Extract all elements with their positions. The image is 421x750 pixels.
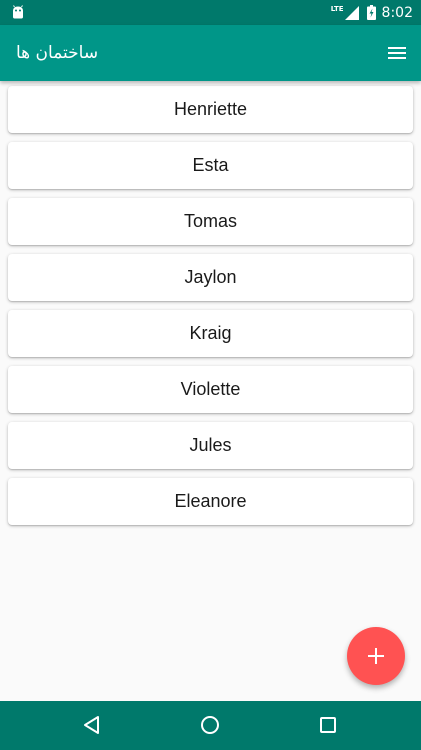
list-item[interactable]: Violette bbox=[8, 366, 413, 413]
list-item[interactable]: Henriette bbox=[8, 86, 413, 133]
list-item-label: Jaylon bbox=[184, 267, 237, 287]
add-button[interactable] bbox=[347, 627, 405, 685]
plus-icon bbox=[368, 648, 384, 664]
status-time: 8:02 bbox=[381, 4, 413, 21]
list-item[interactable]: Jules bbox=[8, 422, 413, 469]
app-toolbar: ساختمان ها bbox=[0, 25, 421, 81]
list-item[interactable]: Eleanore bbox=[8, 478, 413, 525]
menu-icon[interactable] bbox=[385, 41, 409, 65]
recents-icon[interactable] bbox=[316, 713, 340, 737]
list-item[interactable]: Esta bbox=[8, 142, 413, 189]
battery-icon bbox=[366, 5, 376, 20]
building-list: Henriette Esta Tomas Jaylon Kraig Violet… bbox=[8, 86, 413, 534]
list-item[interactable]: Tomas bbox=[8, 198, 413, 245]
home-icon[interactable] bbox=[198, 713, 222, 737]
status-bar: LTE 8:02 bbox=[0, 0, 421, 25]
signal-icon bbox=[344, 5, 359, 20]
list-item-label: Esta bbox=[192, 155, 229, 175]
list-item-label: Tomas bbox=[183, 211, 237, 231]
navigation-bar bbox=[0, 701, 421, 750]
android-icon bbox=[13, 5, 23, 19]
list-item-label: Violette bbox=[180, 379, 241, 399]
list-item[interactable]: Kraig bbox=[8, 310, 413, 357]
list-item-label: Jules bbox=[189, 435, 232, 455]
network-type-label: LTE bbox=[330, 4, 344, 13]
list-item-label: Eleanore bbox=[174, 491, 247, 511]
list-item-label: Henriette bbox=[173, 99, 248, 119]
list-item[interactable]: Jaylon bbox=[8, 254, 413, 301]
list-item-label: Kraig bbox=[189, 323, 232, 343]
toolbar-title: ساختمان ها bbox=[16, 43, 99, 63]
back-icon[interactable] bbox=[80, 713, 104, 737]
